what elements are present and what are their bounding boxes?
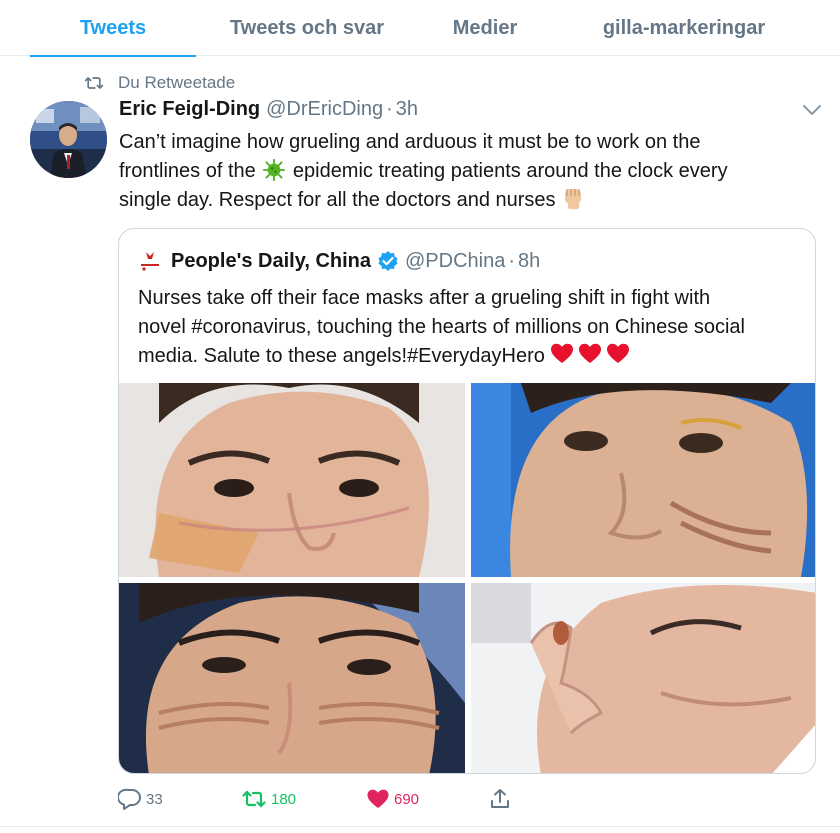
quoted-text-line: Nurses take off their face masks after a… bbox=[138, 287, 711, 309]
tweet-text-line-2: frontlines of the epidemic treating pati… bbox=[119, 157, 819, 186]
tweet-text-line-3: single day. Respect for all the doctors … bbox=[119, 186, 819, 215]
microbe-emoji bbox=[263, 159, 286, 181]
tab-tweets-and-replies[interactable]: Tweets och svar bbox=[212, 0, 402, 56]
quoted-text-line: novel #coronavirus, touching the hearts … bbox=[138, 316, 746, 338]
quoted-text-line-3: media. Salute to these angels!#EverydayH… bbox=[138, 342, 808, 371]
share-icon bbox=[491, 789, 509, 808]
nurse-photo-4[interactable] bbox=[471, 583, 815, 773]
heart-icon bbox=[367, 789, 389, 808]
like-button[interactable]: 690 bbox=[366, 786, 419, 812]
quoted-author-name[interactable]: People's Daily, China bbox=[171, 250, 371, 273]
nurse-photo-3[interactable] bbox=[119, 583, 465, 773]
retweet-icon bbox=[242, 790, 266, 808]
quoted-tweet-header: People's Daily, China @PDChina · 8h bbox=[138, 247, 540, 275]
raised-fist-emoji bbox=[565, 189, 582, 209]
quoted-tweet[interactable]: People's Daily, China @PDChina · 8h Nurs… bbox=[118, 228, 816, 774]
quoted-tweet-text: Nurses take off their face masks after a… bbox=[138, 284, 808, 371]
red-heart-emoji bbox=[551, 343, 630, 363]
retweet-button[interactable]: 180 bbox=[241, 786, 296, 812]
tweet-text-part: epidemic treating patients around the cl… bbox=[292, 160, 728, 182]
separator-dot: · bbox=[508, 249, 516, 272]
tweet-actions: 33 180 690 bbox=[118, 786, 538, 812]
author-handle[interactable]: @DrEricDing bbox=[266, 98, 383, 121]
quoted-timestamp[interactable]: 8h bbox=[518, 250, 540, 273]
retweet-count: 180 bbox=[271, 790, 297, 808]
chevron-down-icon[interactable] bbox=[801, 103, 823, 117]
avatar[interactable] bbox=[30, 101, 107, 178]
quoted-media-grid bbox=[119, 383, 815, 773]
retweet-context-label: Du Retweetade bbox=[118, 73, 236, 92]
nurse-photo-1[interactable] bbox=[119, 383, 465, 577]
tweet-text-part: frontlines of the bbox=[119, 160, 256, 182]
quoted-text-part: media. Salute to these angels!#EverydayH… bbox=[138, 345, 545, 367]
tweet-divider bbox=[0, 826, 840, 827]
tab-likes[interactable]: gilla-markeringar bbox=[586, 0, 782, 56]
tweet-text-line: Can’t imagine how grueling and arduous i… bbox=[119, 131, 701, 153]
share-button[interactable] bbox=[488, 786, 516, 812]
tweet-timestamp[interactable]: 3h bbox=[396, 98, 418, 121]
tab-tweets[interactable]: Tweets bbox=[30, 0, 196, 57]
tab-media[interactable]: Medier bbox=[438, 0, 532, 56]
verified-badge-icon bbox=[378, 251, 398, 271]
tweet-text: Can’t imagine how grueling and arduous i… bbox=[119, 128, 819, 215]
reply-icon bbox=[118, 788, 141, 810]
profile-tabs: Tweets Tweets och svar Medier gilla-mark… bbox=[0, 0, 840, 57]
like-count: 690 bbox=[394, 790, 420, 808]
retweet-context: Du Retweetade bbox=[84, 72, 235, 94]
reply-count: 33 bbox=[146, 790, 163, 808]
retweet-icon bbox=[84, 77, 104, 89]
tweet-header: Eric Feigl-Ding @DrEricDing · 3h bbox=[119, 98, 418, 124]
nurse-photo-2[interactable] bbox=[471, 383, 815, 577]
peoples-daily-logo-icon bbox=[141, 252, 159, 271]
author-name[interactable]: Eric Feigl-Ding bbox=[119, 98, 260, 121]
separator-dot: · bbox=[386, 98, 393, 120]
quoted-author-handle[interactable]: @PDChina bbox=[405, 250, 505, 273]
reply-button[interactable]: 33 bbox=[118, 786, 163, 812]
tweet-text-part: single day. Respect for all the doctors … bbox=[119, 189, 556, 211]
